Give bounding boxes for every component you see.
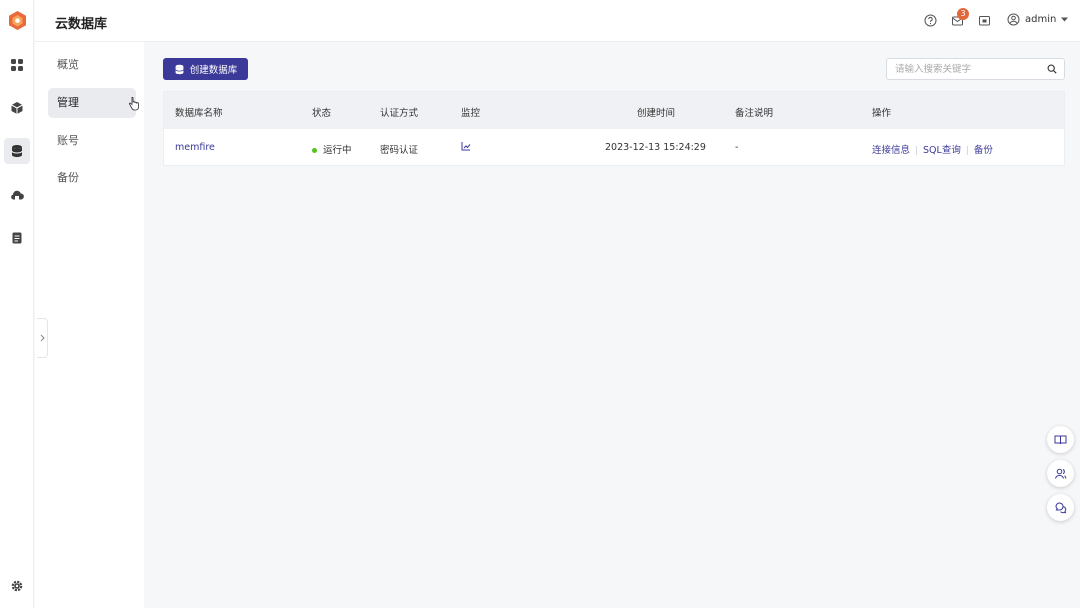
sql-query-link[interactable]: SQL查询 <box>923 145 961 156</box>
chevron-down-icon <box>1061 17 1069 22</box>
backup-link[interactable]: 备份 <box>974 145 993 156</box>
created-cell: 2023-12-13 15:24:29 <box>605 142 706 153</box>
create-database-label: 创建数据库 <box>189 65 238 76</box>
settings-icon[interactable] <box>4 573 30 599</box>
table-header: 数据库名称 状态 认证方式 监控 创建时间 备注说明 操作 <box>164 92 1064 129</box>
chat-icon <box>1055 502 1067 514</box>
hand-cursor-icon <box>129 97 139 111</box>
tasks-icon[interactable] <box>978 14 991 27</box>
chevron-right-icon <box>40 334 45 342</box>
database-icon[interactable] <box>4 138 30 164</box>
database-table: 数据库名称 状态 认证方式 监控 创建时间 备注说明 操作 memfire 运行… <box>163 91 1065 166</box>
support-button[interactable] <box>1047 460 1074 487</box>
top-bar: 云数据库 3 admin <box>35 0 1080 42</box>
create-database-button[interactable]: 创建数据库 <box>163 58 248 80</box>
column-header-actions: 操作 <box>872 108 892 119</box>
subnav-item-account[interactable]: 账号 <box>48 126 136 156</box>
user-avatar-icon <box>1007 13 1020 26</box>
notification-badge: 3 <box>957 8 969 20</box>
status-cell: 运行中 <box>312 142 352 156</box>
column-header-created: 创建时间 <box>637 108 676 119</box>
column-header-monitor: 监控 <box>461 108 481 119</box>
icon-rail <box>0 0 34 608</box>
collapse-toggle[interactable] <box>37 318 48 358</box>
page-title: 云数据库 <box>55 17 108 32</box>
column-header-status: 状态 <box>312 108 332 119</box>
status-text: 运行中 <box>323 145 352 156</box>
people-icon <box>1055 468 1067 479</box>
column-header-auth: 认证方式 <box>380 108 419 119</box>
search-box <box>886 58 1065 80</box>
connection-info-link[interactable]: 连接信息 <box>872 145 910 156</box>
search-input[interactable] <box>895 59 1045 79</box>
book-icon <box>1054 435 1067 445</box>
user-name: admin <box>1025 14 1057 25</box>
subnav-item-label: 管理 <box>57 96 79 109</box>
divider <box>966 146 968 155</box>
cube-icon[interactable] <box>4 95 30 121</box>
subnav-item-overview[interactable]: 概览 <box>48 50 136 80</box>
subnav-item-manage[interactable]: 管理 <box>48 88 139 118</box>
column-header-name: 数据库名称 <box>175 108 223 119</box>
app-logo[interactable] <box>7 10 28 31</box>
status-dot-icon <box>312 148 317 153</box>
monitor-chart-icon[interactable] <box>461 141 471 154</box>
actions-cell: 连接信息 SQL查询 备份 <box>872 142 993 156</box>
docs-button[interactable] <box>1047 426 1074 453</box>
document-icon[interactable] <box>4 225 30 251</box>
sub-navigation: 概览 管理 账号 备份 <box>35 42 144 608</box>
cloud-storage-icon[interactable] <box>4 182 30 208</box>
remark-cell: - <box>735 142 739 153</box>
database-icon <box>174 64 184 74</box>
column-header-remark: 备注说明 <box>735 108 774 119</box>
chat-button[interactable] <box>1047 494 1074 521</box>
dashboard-icon[interactable] <box>4 52 30 78</box>
help-icon[interactable] <box>924 14 937 27</box>
subnav-item-backup[interactable]: 备份 <box>48 163 136 193</box>
auth-cell: 密码认证 <box>380 145 419 156</box>
database-name-link[interactable]: memfire <box>175 142 215 153</box>
user-menu[interactable]: admin <box>1007 13 1069 26</box>
search-icon[interactable] <box>1047 64 1057 74</box>
divider <box>916 146 918 155</box>
